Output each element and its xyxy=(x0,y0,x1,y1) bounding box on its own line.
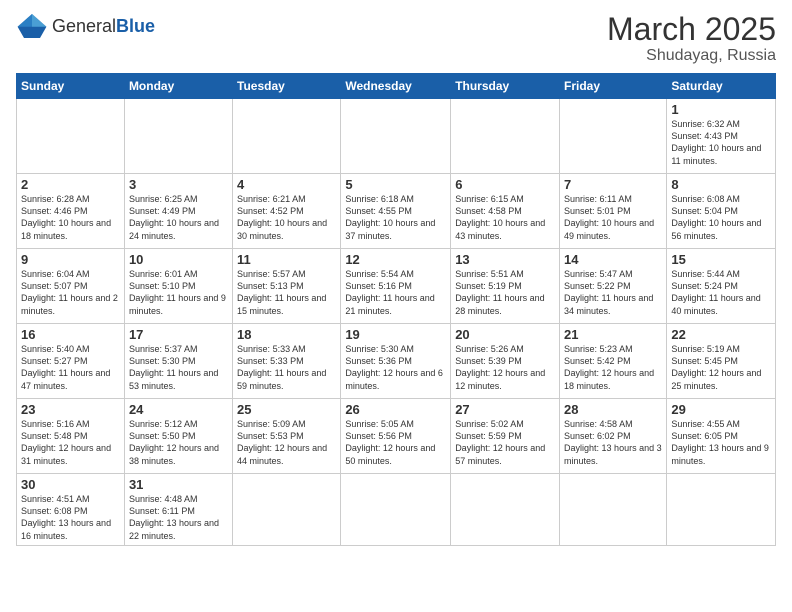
empty-cell xyxy=(451,474,560,546)
day-26: 26 Sunrise: 5:05 AMSunset: 5:56 PMDaylig… xyxy=(341,399,451,474)
day-30: 30 Sunrise: 4:51 AMSunset: 6:08 PMDaylig… xyxy=(17,474,125,546)
day-23: 23 Sunrise: 5:16 AMSunset: 5:48 PMDaylig… xyxy=(17,399,125,474)
empty-cell xyxy=(667,474,776,546)
sunset-label: Sunset: xyxy=(671,131,704,141)
day-15: 15 Sunrise: 5:44 AMSunset: 5:24 PMDaylig… xyxy=(667,249,776,324)
day-8: 8 Sunrise: 6:08 AMSunset: 5:04 PMDayligh… xyxy=(667,174,776,249)
day-4: 4 Sunrise: 6:21 AMSunset: 4:52 PMDayligh… xyxy=(233,174,341,249)
week-6-row: 30 Sunrise: 4:51 AMSunset: 6:08 PMDaylig… xyxy=(17,474,776,546)
weekday-header-row: Sunday Monday Tuesday Wednesday Thursday… xyxy=(17,74,776,99)
day-1: 1 Sunrise: 6:32 AM Sunset: 4:43 PM Dayli… xyxy=(667,99,776,174)
day-7: 7 Sunrise: 6:11 AMSunset: 5:01 PMDayligh… xyxy=(560,174,667,249)
day-27: 27 Sunrise: 5:02 AMSunset: 5:59 PMDaylig… xyxy=(451,399,560,474)
day-31: 31 Sunrise: 4:48 AMSunset: 6:11 PMDaylig… xyxy=(124,474,232,546)
empty-cell xyxy=(17,99,125,174)
day-18: 18 Sunrise: 5:33 AMSunset: 5:33 PMDaylig… xyxy=(233,324,341,399)
day-3: 3 Sunrise: 6:25 AMSunset: 4:49 PMDayligh… xyxy=(124,174,232,249)
empty-cell xyxy=(124,99,232,174)
day-11: 11 Sunrise: 5:57 AMSunset: 5:13 PMDaylig… xyxy=(233,249,341,324)
day-22: 22 Sunrise: 5:19 AMSunset: 5:45 PMDaylig… xyxy=(667,324,776,399)
empty-cell xyxy=(451,99,560,174)
logo-text: GeneralBlue xyxy=(52,16,155,37)
day-20: 20 Sunrise: 5:26 AMSunset: 5:39 PMDaylig… xyxy=(451,324,560,399)
week-2-row: 2 Sunrise: 6:28 AMSunset: 4:46 PMDayligh… xyxy=(17,174,776,249)
col-tuesday: Tuesday xyxy=(233,74,341,99)
day-6: 6 Sunrise: 6:15 AMSunset: 4:58 PMDayligh… xyxy=(451,174,560,249)
daylight-label: Daylight: xyxy=(671,143,709,153)
day-24: 24 Sunrise: 5:12 AMSunset: 5:50 PMDaylig… xyxy=(124,399,232,474)
empty-cell xyxy=(233,99,341,174)
title-block: March 2025 Shudayag, Russia xyxy=(607,12,776,65)
week-1-row: 1 Sunrise: 6:32 AM Sunset: 4:43 PM Dayli… xyxy=(17,99,776,174)
day-29: 29 Sunrise: 4:55 AMSunset: 6:05 PMDaylig… xyxy=(667,399,776,474)
day-19: 19 Sunrise: 5:30 AMSunset: 5:36 PMDaylig… xyxy=(341,324,451,399)
day-17: 17 Sunrise: 5:37 AMSunset: 5:30 PMDaylig… xyxy=(124,324,232,399)
location-title: Shudayag, Russia xyxy=(607,47,776,65)
col-saturday: Saturday xyxy=(667,74,776,99)
day-5: 5 Sunrise: 6:18 AMSunset: 4:55 PMDayligh… xyxy=(341,174,451,249)
day-13: 13 Sunrise: 5:51 AMSunset: 5:19 PMDaylig… xyxy=(451,249,560,324)
logo: GeneralBlue xyxy=(16,12,155,40)
day-9: 9 Sunrise: 6:04 AMSunset: 5:07 PMDayligh… xyxy=(17,249,125,324)
week-5-row: 23 Sunrise: 5:16 AMSunset: 5:48 PMDaylig… xyxy=(17,399,776,474)
day-16: 16 Sunrise: 5:40 AMSunset: 5:27 PMDaylig… xyxy=(17,324,125,399)
empty-cell xyxy=(341,474,451,546)
header: GeneralBlue March 2025 Shudayag, Russia xyxy=(16,12,776,65)
day-21: 21 Sunrise: 5:23 AMSunset: 5:42 PMDaylig… xyxy=(560,324,667,399)
empty-cell xyxy=(341,99,451,174)
empty-cell xyxy=(233,474,341,546)
calendar: Sunday Monday Tuesday Wednesday Thursday… xyxy=(16,73,776,546)
day-2: 2 Sunrise: 6:28 AMSunset: 4:46 PMDayligh… xyxy=(17,174,125,249)
sunrise-label: Sunrise: xyxy=(671,119,707,129)
page: GeneralBlue March 2025 Shudayag, Russia … xyxy=(0,0,792,612)
day-12: 12 Sunrise: 5:54 AMSunset: 5:16 PMDaylig… xyxy=(341,249,451,324)
logo-icon xyxy=(16,12,48,40)
empty-cell xyxy=(560,474,667,546)
month-title: March 2025 xyxy=(607,12,776,47)
col-thursday: Thursday xyxy=(451,74,560,99)
col-monday: Monday xyxy=(124,74,232,99)
week-3-row: 9 Sunrise: 6:04 AMSunset: 5:07 PMDayligh… xyxy=(17,249,776,324)
col-wednesday: Wednesday xyxy=(341,74,451,99)
week-4-row: 16 Sunrise: 5:40 AMSunset: 5:27 PMDaylig… xyxy=(17,324,776,399)
day-28: 28 Sunrise: 4:58 AMSunset: 6:02 PMDaylig… xyxy=(560,399,667,474)
empty-cell xyxy=(560,99,667,174)
day-10: 10 Sunrise: 6:01 AMSunset: 5:10 PMDaylig… xyxy=(124,249,232,324)
col-friday: Friday xyxy=(560,74,667,99)
day-14: 14 Sunrise: 5:47 AMSunset: 5:22 PMDaylig… xyxy=(560,249,667,324)
day-25: 25 Sunrise: 5:09 AMSunset: 5:53 PMDaylig… xyxy=(233,399,341,474)
col-sunday: Sunday xyxy=(17,74,125,99)
